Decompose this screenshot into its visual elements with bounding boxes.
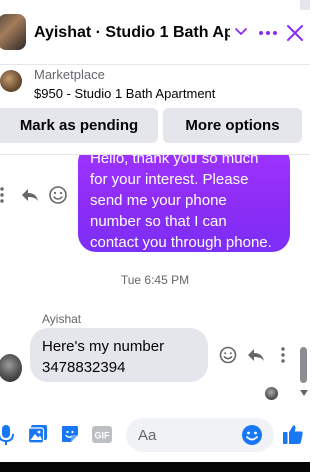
message-line: number so that I can <box>90 213 227 230</box>
like-icon[interactable] <box>282 423 304 445</box>
close-icon[interactable] <box>286 23 304 43</box>
listing-source-label: Marketplace <box>34 67 105 82</box>
reply-icon[interactable] <box>20 185 40 205</box>
more-options-icon[interactable] <box>258 23 278 43</box>
message-input-placeholder: Aa <box>138 427 157 444</box>
sender-avatar[interactable] <box>0 354 22 382</box>
mic-icon[interactable] <box>0 424 14 446</box>
message-scroll-region: Hello, thank you so much for your intere… <box>0 155 310 255</box>
more-options-button[interactable]: More options <box>163 108 302 143</box>
seen-avatar <box>265 387 278 400</box>
emoji-icon[interactable] <box>241 424 263 446</box>
scrollbar-thumb[interactable] <box>300 347 307 383</box>
message-more-icon[interactable] <box>0 185 12 205</box>
message-line: 3478832394 <box>42 359 126 376</box>
svg-text:GIF: GIF <box>95 431 111 441</box>
reply-icon[interactable] <box>246 345 266 365</box>
listing-title[interactable]: $950 - Studio 1 Bath Apartment <box>34 86 215 101</box>
message-timestamp: Tue 6:45 PM <box>120 273 190 287</box>
taskbar-edge <box>0 462 310 472</box>
chevron-down-icon[interactable] <box>233 23 249 39</box>
sticker-icon[interactable] <box>60 424 80 444</box>
message-line: contact you through phone. <box>90 234 272 251</box>
contact-avatar[interactable] <box>0 14 26 50</box>
message-line: for your interest. Please <box>90 171 249 188</box>
message-line: send me your phone <box>90 192 227 209</box>
message-line: Here's my number <box>42 338 165 355</box>
mark-as-pending-button[interactable]: Mark as pending <box>0 108 158 143</box>
incoming-message-bubble[interactable]: Here's my number 3478832394 <box>30 328 208 382</box>
header-divider <box>0 64 310 65</box>
gif-icon[interactable]: GIF <box>92 426 112 443</box>
outgoing-message-bubble[interactable]: Hello, thank you so much for your intere… <box>78 155 290 252</box>
sender-name: Ayishat <box>42 312 82 326</box>
react-emoji-icon[interactable] <box>48 185 68 205</box>
top-scroll-strip <box>300 0 310 10</box>
scroll-down-arrow-icon[interactable] <box>299 389 309 397</box>
chat-title[interactable]: Ayishat · Studio 1 Bath Apa... <box>34 24 230 42</box>
photo-icon[interactable] <box>28 424 48 444</box>
message-more-icon[interactable] <box>273 345 293 365</box>
react-emoji-icon[interactable] <box>218 345 238 365</box>
message-line: Hello, thank you so much <box>90 155 259 167</box>
listing-thumbnail[interactable] <box>0 70 22 92</box>
